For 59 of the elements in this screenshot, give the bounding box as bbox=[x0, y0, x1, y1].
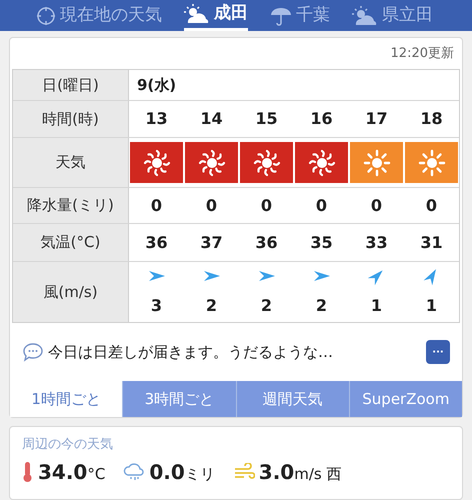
row-label: 天気 bbox=[13, 138, 129, 187]
precip-cell-text: 0 bbox=[260, 194, 274, 216]
updated-time: 12:20更新 bbox=[390, 44, 454, 63]
sun-icon bbox=[252, 148, 280, 176]
hour-cell-text: 13 bbox=[144, 108, 169, 130]
row-label: 気温(°C) bbox=[13, 224, 129, 261]
sun-icon bbox=[418, 148, 446, 176]
location-tab[interactable]: 千葉 bbox=[270, 0, 330, 31]
sun-icon bbox=[308, 148, 336, 176]
wind-icon bbox=[232, 462, 255, 480]
temperature-cell-text: 33 bbox=[364, 232, 389, 254]
wind-speed-cell-text: 1 bbox=[426, 295, 438, 317]
temperature-cell-text: 36 bbox=[144, 232, 169, 254]
wind-speed-cell-text: 2 bbox=[206, 295, 218, 317]
hour-cell-text: 14 bbox=[199, 108, 224, 130]
precip-cell-text: 0 bbox=[314, 194, 328, 216]
thermometer-icon bbox=[22, 460, 34, 482]
wind-speed-cell-text: 2 bbox=[260, 295, 272, 317]
row-label: 時間(時) bbox=[13, 101, 129, 137]
view-tab[interactable]: 週間天気 bbox=[236, 381, 349, 417]
location-tab[interactable]: 県立田 bbox=[352, 0, 433, 31]
umbrella-icon bbox=[270, 6, 292, 26]
temperature-cell-text: 37 bbox=[199, 232, 224, 254]
sun-icon bbox=[198, 148, 226, 176]
sun-icon bbox=[142, 148, 170, 176]
hour-cell-text: 18 bbox=[419, 108, 444, 130]
forecast-comment: 今日は日差しが届きます。うだるような… bbox=[48, 342, 334, 363]
wind-reading: 3.0m/s 西 bbox=[258, 458, 342, 486]
more-button[interactable]: ··· bbox=[426, 340, 450, 364]
view-tab[interactable]: SuperZoom bbox=[348, 381, 462, 417]
wind-speed-cell-text: 3 bbox=[150, 295, 162, 317]
view-tab[interactable]: 3時間ごと bbox=[122, 381, 236, 417]
temperature-reading: 34.0°C bbox=[38, 458, 106, 486]
speech-bubble-icon bbox=[22, 342, 44, 362]
location-tab[interactable]: 成田 bbox=[184, 0, 248, 31]
hour-cell-text: 17 bbox=[364, 108, 389, 130]
nearby-title: 周辺の今の天気 bbox=[22, 436, 114, 454]
sun-icon bbox=[362, 148, 390, 176]
precip-cell-text: 0 bbox=[150, 194, 164, 216]
wind-speed-cell-text: 2 bbox=[316, 295, 328, 317]
row-label: 降水量(ミリ) bbox=[13, 188, 129, 223]
wind-speed-cell-text: 1 bbox=[370, 295, 382, 317]
sun-cloud-icon bbox=[352, 6, 378, 26]
rain-reading: 0.0 ミリ bbox=[149, 458, 215, 486]
row-label: 日(曜日) bbox=[13, 70, 129, 100]
locate-icon bbox=[36, 6, 56, 26]
precip-cell-text: 0 bbox=[204, 194, 218, 216]
precip-cell-text: 0 bbox=[424, 194, 438, 216]
precip-cell-text: 0 bbox=[370, 194, 384, 216]
sun-cloud-icon bbox=[184, 4, 210, 24]
location-tab[interactable]: 現在地の天気 bbox=[36, 0, 162, 31]
rain-cloud-icon bbox=[123, 462, 146, 482]
temperature-cell-text: 36 bbox=[254, 232, 279, 254]
row-label: 風(m/s) bbox=[13, 262, 129, 322]
hour-cell-text: 15 bbox=[254, 108, 279, 130]
temperature-cell-text: 31 bbox=[419, 232, 444, 254]
temperature-cell-text: 35 bbox=[309, 232, 334, 254]
date-text: 9(水) bbox=[136, 74, 176, 96]
hour-cell-text: 16 bbox=[309, 108, 334, 130]
